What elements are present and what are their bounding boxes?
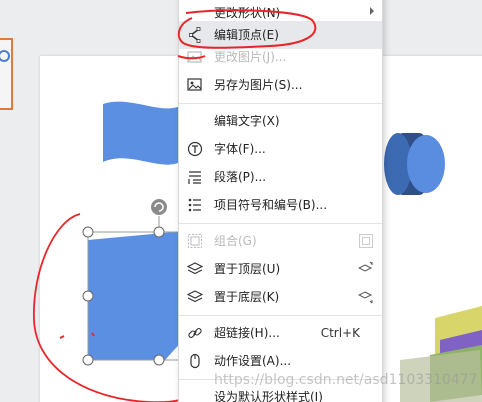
menu-item-label: 字体(F)... <box>214 142 266 156</box>
menu-item-action-settings[interactable]: 动作设置(A)... <box>179 347 382 375</box>
send-backward-icon[interactable] <box>358 289 374 305</box>
menu-item-label: 置于顶层(U) <box>214 262 281 276</box>
menu-item-label: 超链接(H)... <box>214 326 280 340</box>
menu-item-label: 动作设置(A)... <box>214 354 292 368</box>
menu-separator <box>179 315 382 316</box>
menu-item-paragraph[interactable]: 段落(P)... <box>179 163 382 191</box>
menu-separator <box>179 223 382 224</box>
menu-item-label: 另存为图片(S)... <box>214 78 303 92</box>
font-icon <box>187 141 203 157</box>
menu-item-save-as-picture[interactable]: 另存为图片(S)... <box>179 71 382 99</box>
menu-item-edit-text[interactable]: 编辑文字(X) <box>179 107 382 135</box>
change-picture-icon <box>187 49 203 65</box>
menu-item-label: 编辑顶点(E) <box>214 28 279 42</box>
bring-forward-icon[interactable] <box>358 261 374 277</box>
pentagon-shape <box>88 231 185 360</box>
save-as-picture-icon <box>187 77 203 93</box>
bring-to-front-icon <box>187 261 203 277</box>
bullets-icon <box>187 197 203 213</box>
edit-points-icon <box>187 27 203 43</box>
menu-item-change-picture[interactable]: 更改图片(J)... <box>179 43 382 71</box>
menu-item-font[interactable]: 字体(F)... <box>179 135 382 163</box>
menu-item-bullets[interactable]: 项目符号和编号(B)... <box>179 191 382 219</box>
group-icon <box>187 233 203 249</box>
cylinder-face <box>407 135 445 193</box>
hyperlink-icon <box>187 325 203 341</box>
submenu-arrow-icon <box>370 7 374 15</box>
menu-item-label: 设为默认形状样式(I) <box>214 390 323 402</box>
menu-item-label: 置于底层(K) <box>214 290 280 304</box>
group-options-icon[interactable] <box>358 233 374 249</box>
menu-item-label: 更改形状(N) <box>214 6 281 20</box>
menu-item-label: 更改图片(J)... <box>214 50 287 64</box>
menu-item-label: 段落(P)... <box>214 170 267 184</box>
menu-item-hyperlink[interactable]: 超链接(H)... Ctrl+K <box>179 319 382 347</box>
rotation-handle <box>151 199 167 215</box>
paragraph-icon <box>187 169 203 185</box>
menu-item-send-to-back[interactable]: 置于底层(K) <box>179 283 382 311</box>
menu-item-label: 组合(G) <box>214 234 257 248</box>
menu-separator <box>179 103 382 104</box>
send-to-back-icon <box>187 289 203 305</box>
menu-item-group[interactable]: 组合(G) <box>179 227 382 255</box>
mouse-icon <box>187 353 203 369</box>
menu-item-label: 编辑文字(X) <box>214 114 280 128</box>
wave-shape <box>103 101 180 165</box>
annotation-tick <box>59 335 65 339</box>
watermark-text: https://blog.csdn.net/asd1103310477 <box>214 372 478 388</box>
context-menu: 更改形状(N) 编辑顶点(E) 更改图片(J)... 另存为图片(S)... 编… <box>178 0 383 402</box>
menu-item-shortcut: Ctrl+K <box>320 326 360 340</box>
menu-item-label: 项目符号和编号(B)... <box>214 198 328 212</box>
menu-item-bring-to-front[interactable]: 置于顶层(U) <box>179 255 382 283</box>
